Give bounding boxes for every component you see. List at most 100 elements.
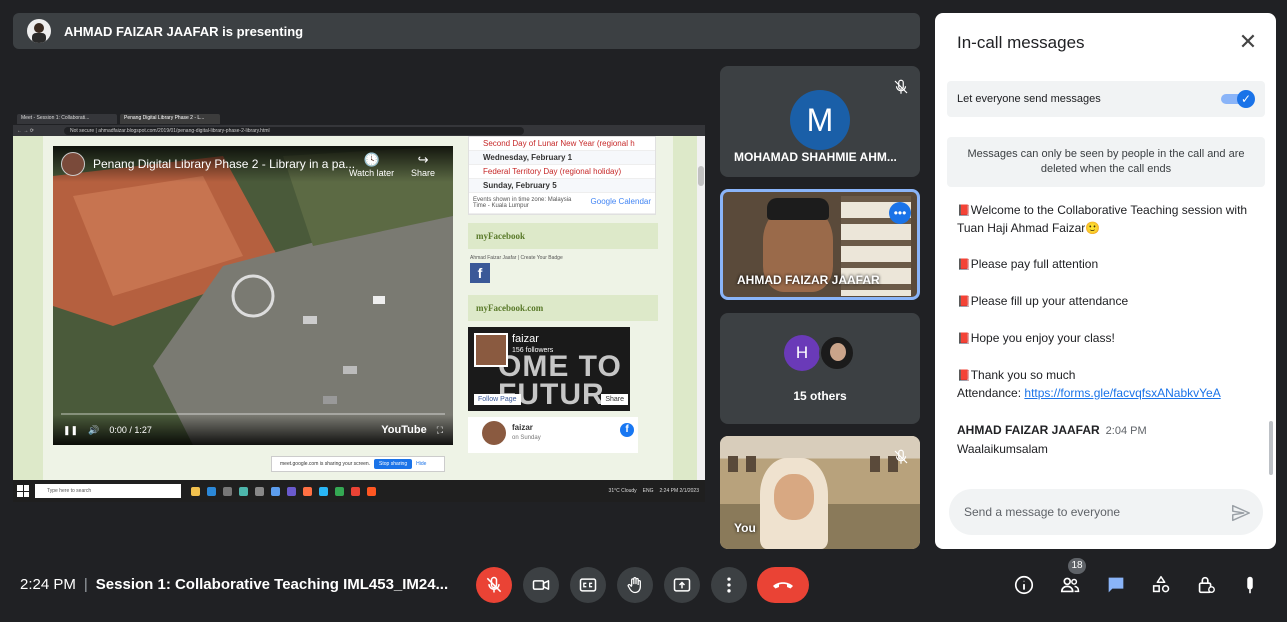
mic-toggle-button[interactable] (476, 567, 512, 603)
check-icon: ✓ (1237, 90, 1255, 108)
browser-tabbar: Meet - Session 1: Collaborati... Penang … (13, 113, 705, 125)
taskbar-search: Type here to search (35, 484, 181, 498)
book-emoji-icon: 📕 (957, 370, 971, 382)
songkok-cap (767, 198, 829, 220)
message-list: 📕Welcome to the Collaborative Teaching s… (957, 202, 1257, 421)
leave-call-button[interactable] (757, 567, 809, 603)
browser-tab-blog: Penang Digital Library Phase 2 - L... (120, 114, 220, 124)
chat-message: 📕Hope you enjoy your class! (957, 331, 1115, 345)
browser-url: Not secure | ahmadfaizar.blogspot.com/20… (63, 126, 524, 135)
myfacebook-com-heading: myFacebook.com (468, 295, 658, 321)
others-count: 15 others (793, 389, 847, 403)
info-icon (1014, 575, 1034, 595)
close-panel-button[interactable]: ✕ (1236, 31, 1260, 55)
meeting-title: Session 1: Collaborative Teaching IML453… (95, 576, 449, 593)
post-author: faizar (512, 423, 533, 432)
video-time: 0:00 / 1:27 (109, 425, 152, 435)
panel-scrollbar[interactable] (1269, 421, 1273, 475)
weather-text: 31°C Cloudy (608, 488, 637, 494)
facebook-page-cover: OME TO FUTUR faizar 156 followers Follow… (468, 327, 630, 411)
chat-icon (1108, 577, 1124, 593)
calendar-row: Sunday, February 5 (469, 179, 655, 193)
blog-sidebar: Second Day of Lunar New Year (regional h… (468, 136, 658, 480)
language-text: ENG (642, 488, 654, 494)
lock-person-icon (1198, 576, 1215, 594)
calendar-row: Second Day of Lunar New Year (regional h (469, 137, 655, 151)
calendar-widget: Second Day of Lunar New Year (regional h… (468, 136, 656, 215)
present-icon (673, 578, 691, 592)
calendar-footer: Events shown in time zone: Malaysia Time… (469, 193, 655, 214)
google-calendar-logo: Google Calendar (590, 197, 651, 206)
follow-page-button: Follow Page (474, 394, 521, 405)
windows-taskbar: Type here to search 31°C Cloudy ENG 2:24… (13, 480, 705, 502)
facebook-followers: 156 followers (512, 347, 554, 354)
tray-clock: 2:24 PM 2/1/2023 (659, 488, 699, 494)
hand-icon (627, 577, 641, 594)
watch-later-button: 🕓 Watch later (349, 152, 395, 178)
calendar-row: Wednesday, February 1 (469, 151, 655, 165)
myfacebook-heading: myFacebook (468, 223, 658, 249)
screen-share-notice: meet.google.com is sharing your screen. … (271, 456, 445, 472)
camera-toggle-button[interactable] (523, 567, 559, 603)
shared-screen: Meet - Session 1: Collaborati... Penang … (13, 113, 705, 502)
browser-tab-meet: Meet - Session 1: Collaborati... (17, 114, 117, 124)
chat-message: 📕Please pay full attention (957, 257, 1099, 271)
person-pin-icon (1247, 576, 1253, 594)
participant-name: MOHAMAD SHAHMIE AHM... (734, 150, 897, 164)
participant-tile-others[interactable]: H 15 others (720, 313, 920, 424)
post-avatar (482, 421, 506, 445)
message-input[interactable] (949, 489, 1263, 535)
activities-button[interactable] (1147, 571, 1175, 599)
panel-title: In-call messages (957, 33, 1085, 52)
message-time: 2:04 PM (1105, 425, 1147, 437)
book-emoji-icon: 📕 (957, 333, 971, 345)
mic-off-icon (894, 449, 908, 464)
participant-tile-presenter[interactable]: ••• AHMAD FAIZAR JAAFAR (720, 189, 920, 300)
participant-avatar-photo (819, 335, 855, 371)
captions-icon (579, 578, 597, 592)
facebook-badge-line: Ahmad Faizar Jaafar | Create Your Badge (470, 255, 563, 261)
let-everyone-send-toggle[interactable]: ✓ (1221, 90, 1255, 108)
facebook-page-name: faizar (512, 333, 539, 345)
meet-window: AHMAD FAIZAR JAAFAR is presenting Meet -… (0, 0, 1287, 622)
book-emoji-icon: 📕 (957, 259, 971, 271)
aerial-video-frame (53, 146, 453, 445)
raise-hand-button[interactable] (617, 567, 653, 603)
taskbar-apps (191, 486, 376, 496)
blog-page: Penang Digital Library Phase 2 - Library… (13, 136, 705, 480)
browser-addressbar: ← → ⟳ Not secure | ahmadfaizar.blogspot.… (13, 125, 705, 136)
present-screen-button[interactable] (664, 567, 700, 603)
participant-tile-self[interactable]: You (720, 436, 920, 549)
host-controls-button[interactable] (1192, 571, 1220, 599)
meeting-details-button[interactable] (1010, 571, 1038, 599)
bottom-control-bar: 2:24 PM | Session 1: Collaborative Teachin… (0, 558, 1287, 610)
captions-button[interactable] (570, 567, 606, 603)
participant-tile-shahmie[interactable]: M MOHAMAD SHAHMIE AHM... (720, 66, 920, 177)
send-icon[interactable] (1230, 502, 1252, 524)
facebook-round-icon: f (620, 423, 634, 437)
clock-icon: 🕓 (363, 152, 380, 167)
page-left-border (13, 136, 43, 480)
messages-notice: Messages can only be seen by people in t… (947, 137, 1265, 187)
self-view-button[interactable] (1236, 571, 1264, 599)
participant-name: You (734, 521, 756, 535)
system-tray: 31°C Cloudy ENG 2:24 PM 2/1/2023 (609, 488, 699, 494)
mic-off-icon (894, 79, 908, 94)
more-vert-icon (727, 577, 731, 593)
nav-arrows-icon: ← → ⟳ (17, 127, 34, 134)
people-icon (1060, 577, 1080, 593)
chat-button[interactable] (1102, 571, 1130, 599)
people-button[interactable] (1056, 571, 1084, 599)
youtube-logo: YouTube (381, 424, 427, 436)
chat-message: 📕Welcome to the Collaborative Teaching s… (957, 203, 1248, 235)
more-options-icon[interactable]: ••• (889, 202, 911, 224)
youtube-player: Penang Digital Library Phase 2 - Library… (53, 146, 453, 445)
pause-icon: ❚❚ (63, 424, 79, 435)
windows-start-icon (17, 485, 29, 497)
presenting-text: AHMAD FAIZAR JAAFAR is presenting (64, 23, 304, 39)
channel-avatar (61, 152, 85, 176)
hang-up-icon (773, 582, 793, 589)
attendance-link[interactable]: https://forms.gle/facvqfsxANabkvYeA (1024, 386, 1220, 400)
close-icon: ✕ (1238, 29, 1258, 54)
more-options-button[interactable] (711, 567, 747, 603)
